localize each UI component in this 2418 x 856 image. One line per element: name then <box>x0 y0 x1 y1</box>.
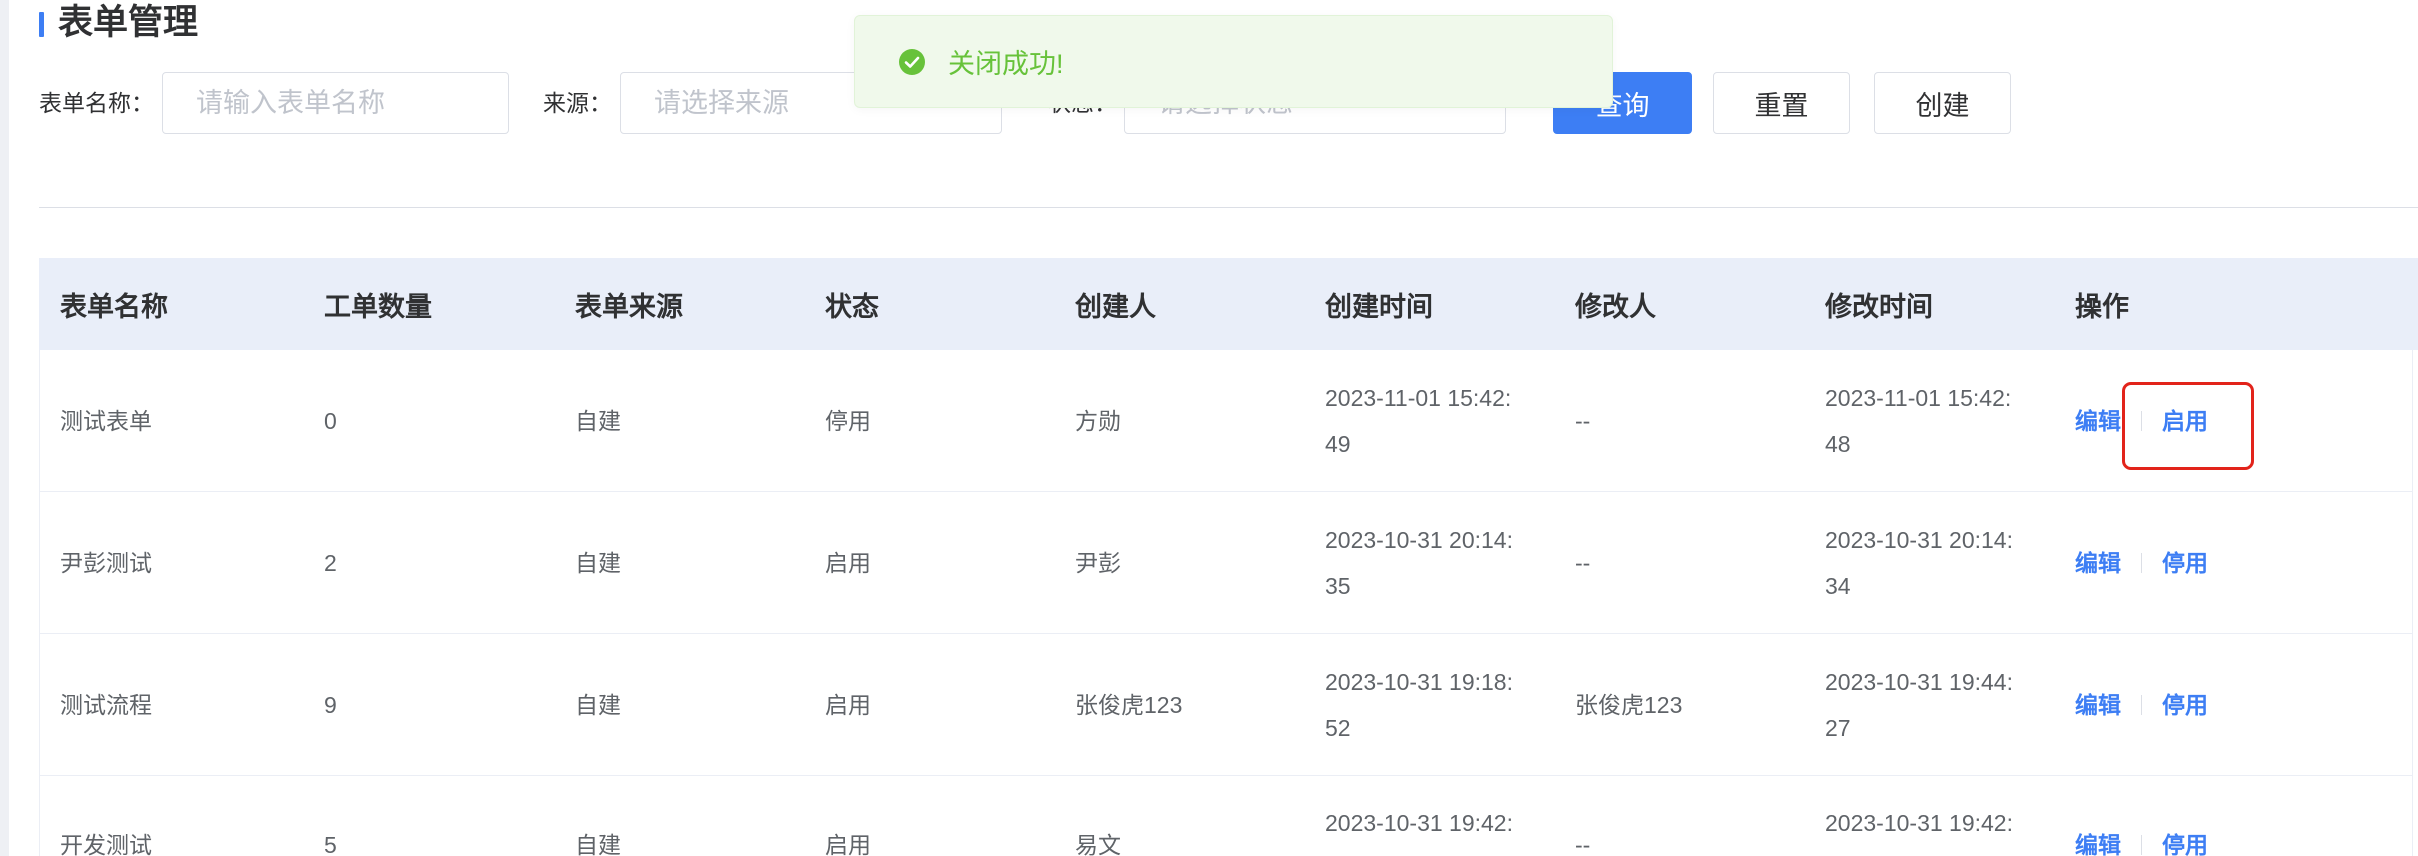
table-row: 测试表单 0 自建 停用 方勋 2023-11-01 15:42:49 -- 2023-11-… <box>40 350 2412 492</box>
cell-form-source: 自建 <box>575 832 621 856</box>
cell-form-name: 开发测试 <box>60 832 152 856</box>
cell-actions: 编辑 停用 <box>2075 776 2412 856</box>
action-separator <box>2141 694 2142 715</box>
cell-status: 启用 <box>825 832 871 856</box>
cell-creator: 张俊虎123 <box>1075 691 1183 718</box>
column-header-modifier: 修改人 <box>1575 291 1656 322</box>
action-separator <box>2141 835 2142 855</box>
edit-link[interactable]: 编辑 <box>2075 822 2121 856</box>
cell-form-name: 测试表单 <box>60 407 152 434</box>
page-title: 表单管理 <box>58 3 199 42</box>
column-header-ticket-count: 工单数量 <box>324 291 432 322</box>
toggle-status-link[interactable]: 停用 <box>2162 540 2208 586</box>
column-header-form-source: 表单来源 <box>575 291 683 322</box>
cell-status: 启用 <box>825 549 871 576</box>
cell-modified-time: 2023-10-31 19:44:27 <box>1825 668 2013 741</box>
column-header-created-time: 创建时间 <box>1325 291 1433 322</box>
cell-form-source: 自建 <box>575 691 621 718</box>
create-button[interactable]: 创建 <box>1874 72 2011 134</box>
cell-modified-time: 2023-10-31 20:14:34 <box>1825 526 2013 599</box>
table-row: 尹彭测试 2 自建 启用 尹彭 2023-10-31 20:14:35 -- 2023-10-… <box>40 492 2412 634</box>
form-name-input[interactable] <box>162 72 509 134</box>
toggle-status-link[interactable]: 启用 <box>2162 398 2208 444</box>
cell-status: 停用 <box>825 407 871 434</box>
table-row: 开发测试 5 自建 启用 易文 2023-10-31 19:42: -- 2023-10-31… <box>40 776 2412 856</box>
action-separator <box>2141 552 2142 573</box>
reset-button[interactable]: 重置 <box>1713 72 1850 134</box>
cell-modifier: -- <box>1575 549 1591 576</box>
cell-modified-time: 2023-10-31 19:42: <box>1825 810 2013 836</box>
cell-form-source: 自建 <box>575 549 621 576</box>
cell-actions: 编辑 停用 <box>2075 682 2412 728</box>
cell-ticket-count: 0 <box>324 407 337 434</box>
cell-ticket-count: 5 <box>324 832 337 856</box>
cell-created-time: 2023-11-01 15:42:49 <box>1325 384 1512 457</box>
cell-actions: 编辑 停用 <box>2075 540 2412 586</box>
table-row: 测试流程 9 自建 启用 张俊虎123 2023-10-31 19:18:52 张俊虎123… <box>40 634 2412 776</box>
cell-creator: 方勋 <box>1075 407 1121 434</box>
sidebar-edge <box>0 0 9 856</box>
toggle-status-link[interactable]: 停用 <box>2162 822 2208 856</box>
cell-created-time: 2023-10-31 19:18:52 <box>1325 668 1513 741</box>
title-accent-bar <box>39 12 44 37</box>
cell-actions: 编辑 启用 <box>2075 398 2412 444</box>
table-header: 表单名称 工单数量 表单来源 状态 创建人 创建时间 修改人 修改时间 操作 <box>39 258 2418 350</box>
column-header-creator: 创建人 <box>1075 291 1156 322</box>
cell-modifier: 张俊虎123 <box>1575 691 1683 718</box>
source-label: 来源： <box>543 90 612 116</box>
section-divider <box>39 207 2418 208</box>
check-circle-icon <box>899 48 925 75</box>
column-header-actions: 操作 <box>2075 291 2129 322</box>
cell-form-name: 测试流程 <box>60 691 152 718</box>
edit-link[interactable]: 编辑 <box>2075 398 2121 444</box>
cell-creator: 尹彭 <box>1075 549 1121 576</box>
cell-status: 启用 <box>825 691 871 718</box>
cell-created-time: 2023-10-31 19:42: <box>1325 810 1513 836</box>
cell-modifier: -- <box>1575 832 1591 856</box>
cell-creator: 易文 <box>1075 832 1121 856</box>
edit-link[interactable]: 编辑 <box>2075 682 2121 728</box>
column-header-modified-time: 修改时间 <box>1825 291 1933 322</box>
cell-form-source: 自建 <box>575 407 621 434</box>
success-toast: 关闭成功! <box>854 15 1613 108</box>
form-name-label: 表单名称： <box>39 90 154 116</box>
column-header-form-name: 表单名称 <box>60 291 168 322</box>
cell-created-time: 2023-10-31 20:14:35 <box>1325 526 1513 599</box>
action-separator <box>2141 410 2142 431</box>
column-header-status: 状态 <box>825 291 879 322</box>
form-management-page: 表单管理 表单名称： 来源： 状态： 查询 重置 创建 关闭成功! 表单名称工单… <box>0 0 2418 856</box>
toggle-status-link[interactable]: 停用 <box>2162 682 2208 728</box>
cell-modifier: -- <box>1575 407 1591 434</box>
edit-link[interactable]: 编辑 <box>2075 540 2121 586</box>
table-body: 测试表单 0 自建 停用 方勋 2023-11-01 15:42:49 -- 2023-11-… <box>39 350 2413 856</box>
cell-ticket-count: 9 <box>324 691 337 718</box>
cell-ticket-count: 2 <box>324 549 337 576</box>
cell-modified-time: 2023-11-01 15:42:48 <box>1825 384 2012 457</box>
toast-message: 关闭成功! <box>948 49 1064 79</box>
cell-form-name: 尹彭测试 <box>60 549 152 576</box>
